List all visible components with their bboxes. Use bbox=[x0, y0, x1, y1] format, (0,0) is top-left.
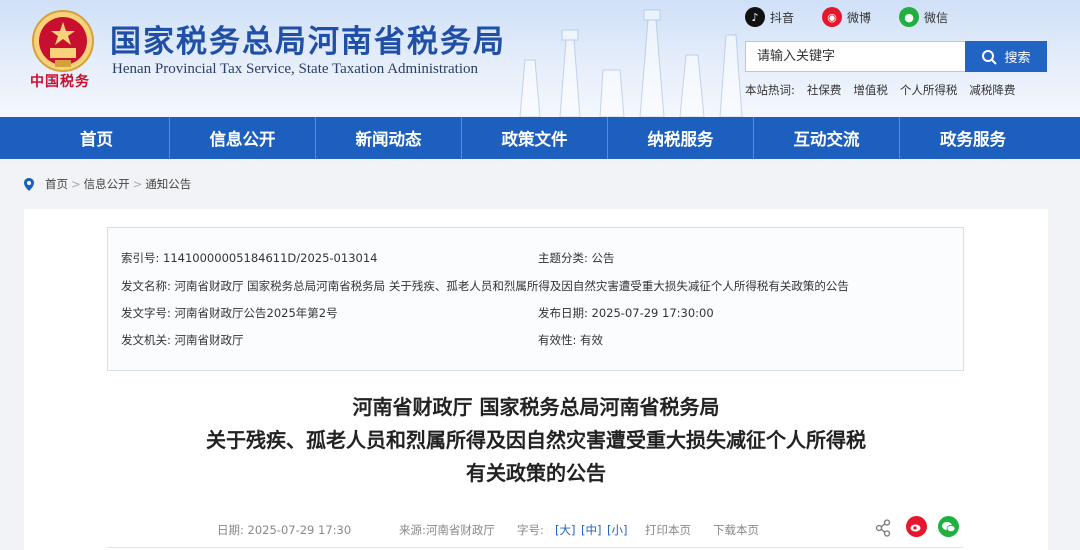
article-info-bar: 日期: 2025-07-29 17:30 来源:河南省财政厅 字号: [大] [… bbox=[24, 514, 1048, 544]
wechat-icon: ● bbox=[899, 7, 919, 27]
weibo-share-icon[interactable] bbox=[906, 516, 927, 537]
font-size-medium-button[interactable]: [中] bbox=[581, 522, 601, 538]
wechat-link[interactable]: ● 微信 bbox=[899, 7, 948, 27]
site-title[interactable]: 国家税务总局河南省税务局 bbox=[110, 16, 506, 61]
search-icon bbox=[982, 49, 998, 65]
article-source: 来源:河南省财政厅 bbox=[399, 523, 495, 537]
document-title: 河南省财政厅 国家税务总局河南省税务局 关于残疾、孤老人员和烈属所得及因自然灾害… bbox=[24, 391, 1048, 490]
breadcrumb-separator: > bbox=[132, 177, 143, 191]
meta-index-number: 索引号: 11410000005184611D/2025-013014 bbox=[121, 251, 378, 265]
main-nav: 首页 信息公开 新闻动态 政策文件 纳税服务 互动交流 政务服务 bbox=[0, 117, 1080, 159]
breadcrumb-notices[interactable]: 通知公告 bbox=[145, 176, 191, 192]
meta-category: 主题分类: 公告 bbox=[538, 251, 615, 265]
font-size-large-button[interactable]: [大] bbox=[555, 522, 575, 538]
document-title-line: 有关政策的公告 bbox=[466, 461, 606, 485]
font-size-label: 字号: bbox=[517, 523, 544, 537]
hotword-link[interactable]: 社保费 bbox=[807, 82, 842, 98]
nav-item-interaction[interactable]: 互动交流 bbox=[754, 117, 900, 159]
hotwords: 本站热词: 社保费 增值税 个人所得税 减税降费 bbox=[745, 82, 1027, 98]
city-skyline-decoration bbox=[519, 9, 743, 117]
meta-publish-date: 发布日期: 2025-07-29 17:30:00 bbox=[538, 306, 714, 320]
nav-item-home[interactable]: 首页 bbox=[24, 117, 170, 159]
location-pin-icon bbox=[24, 177, 34, 191]
hotword-link[interactable]: 个人所得税 bbox=[900, 82, 958, 98]
breadcrumb-separator: > bbox=[71, 177, 81, 191]
meta-document-name: 发文名称: 河南省财政厅 国家税务总局河南省税务局 关于残疾、孤老人员和烈属所得… bbox=[121, 279, 849, 293]
site-header: 中国税务 国家税务总局河南省税务局 Henan Provincial Tax S… bbox=[0, 0, 1080, 117]
nav-item-tax-service[interactable]: 纳税服务 bbox=[608, 117, 754, 159]
document-metadata: 索引号: 11410000005184611D/2025-013014 主题分类… bbox=[107, 227, 964, 371]
weibo-label: 微博 bbox=[847, 10, 872, 25]
search-button-label: 搜索 bbox=[1004, 51, 1031, 66]
article-panel: 索引号: 11410000005184611D/2025-013014 主题分类… bbox=[24, 209, 1048, 550]
nav-item-gov-service[interactable]: 政务服务 bbox=[900, 117, 1046, 159]
douyin-icon: ♪ bbox=[745, 7, 765, 27]
breadcrumb-home[interactable]: 首页 bbox=[45, 176, 68, 192]
douyin-label: 抖音 bbox=[770, 10, 795, 25]
weibo-icon: ◉ bbox=[822, 7, 842, 27]
breadcrumb-info-disclosure[interactable]: 信息公开 bbox=[84, 176, 130, 192]
search-button[interactable]: 搜索 bbox=[965, 41, 1047, 72]
search-input[interactable] bbox=[745, 41, 965, 72]
hotwords-label: 本站热词: bbox=[745, 83, 795, 97]
meta-document-number: 发文字号: 河南省财政厅公告2025年第2号 bbox=[121, 306, 338, 320]
site-title-english: Henan Provincial Tax Service, State Taxa… bbox=[112, 61, 479, 77]
divider bbox=[107, 547, 964, 548]
share-icon[interactable] bbox=[875, 519, 891, 537]
hotword-link[interactable]: 减税降费 bbox=[969, 82, 1015, 98]
wechat-label: 微信 bbox=[924, 10, 949, 25]
article-date: 日期: 2025-07-29 17:30 bbox=[217, 523, 352, 537]
document-title-line: 关于残疾、孤老人员和烈属所得及因自然灾害遭受重大损失减征个人所得税 bbox=[206, 428, 866, 452]
hotword-link[interactable]: 增值税 bbox=[853, 82, 888, 98]
nav-item-policy[interactable]: 政策文件 bbox=[462, 117, 608, 159]
font-size-small-button[interactable]: [小] bbox=[607, 522, 627, 538]
emblem-caption: 中国税务 bbox=[30, 74, 90, 90]
print-button[interactable]: 打印本页 bbox=[645, 522, 691, 538]
douyin-link[interactable]: ♪ 抖音 bbox=[745, 7, 794, 27]
nav-item-news[interactable]: 新闻动态 bbox=[316, 117, 462, 159]
nav-item-info-disclosure[interactable]: 信息公开 bbox=[170, 117, 316, 159]
document-title-line: 河南省财政厅 国家税务总局河南省税务局 bbox=[352, 395, 720, 419]
meta-issuer: 发文机关: 河南省财政厅 bbox=[121, 333, 244, 347]
search-box: 搜索 bbox=[745, 41, 1047, 72]
download-button[interactable]: 下载本页 bbox=[713, 522, 759, 538]
wechat-share-icon[interactable] bbox=[938, 516, 959, 537]
weibo-link[interactable]: ◉ 微博 bbox=[822, 7, 871, 27]
meta-validity: 有效性: 有效 bbox=[538, 333, 604, 347]
breadcrumb: 首页 > 信息公开 > 通知公告 bbox=[24, 176, 191, 192]
